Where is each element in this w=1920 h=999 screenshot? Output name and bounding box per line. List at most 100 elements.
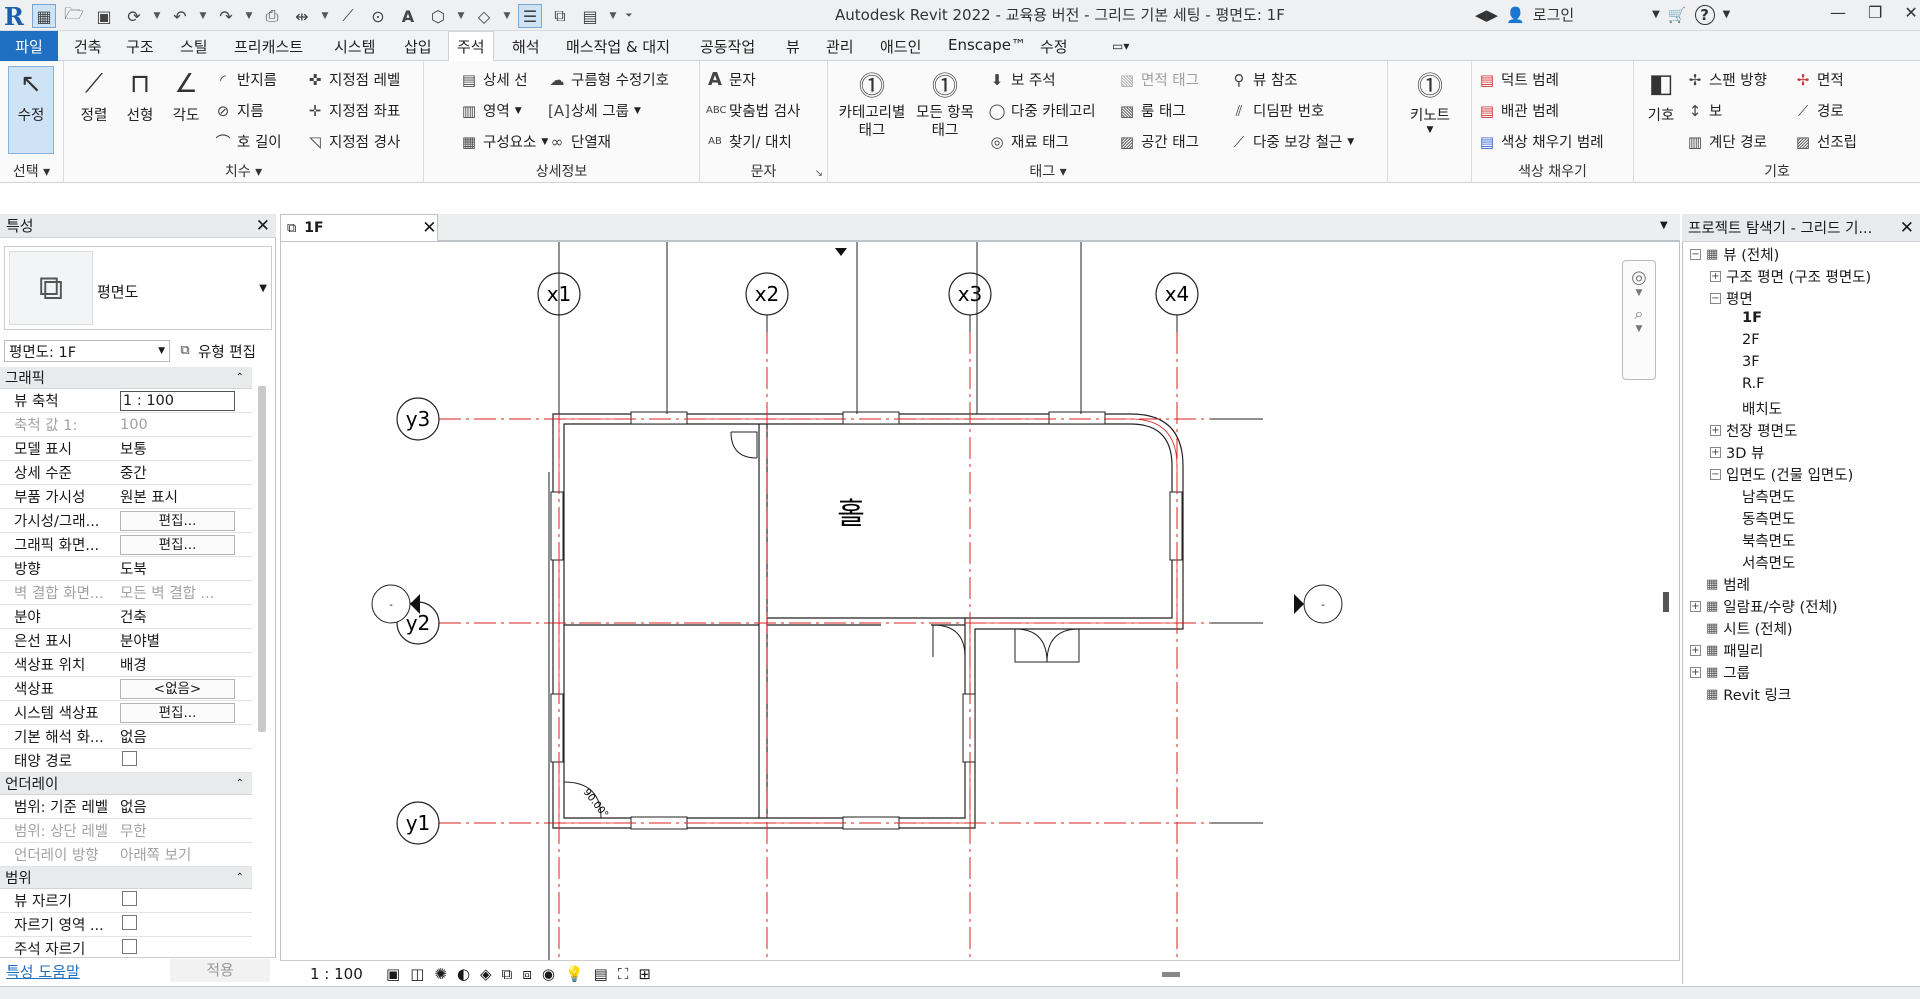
expand-icon[interactable]: + xyxy=(1710,447,1721,458)
aligned-dimension-button[interactable]: ⟋ 정렬 xyxy=(70,67,118,125)
property-checkbox[interactable] xyxy=(122,891,137,906)
radius-button[interactable]: ◜ 반지름 xyxy=(214,69,277,90)
temporary-properties-icon[interactable]: ▤ xyxy=(594,965,608,983)
redo-icon[interactable]: ↷ xyxy=(214,4,238,28)
browser-tree-item[interactable]: + ▦ 일람표/수량 (전체) xyxy=(1690,596,1838,617)
property-row[interactable]: 방향 도북 xyxy=(0,557,252,581)
property-section-header[interactable]: 언더레이 ⌃ xyxy=(0,773,252,795)
browser-tree-item[interactable]: + ▦ 그룹 xyxy=(1690,662,1750,683)
chevron-down-icon[interactable]: ▼ xyxy=(320,11,330,21)
property-value[interactable]: 무한 xyxy=(118,820,252,841)
view-reference-button[interactable]: ⚲ 뷰 참조 xyxy=(1230,69,1298,90)
tab-insert[interactable]: 삽입 xyxy=(400,36,436,57)
modify-mode-icon[interactable]: ▦ xyxy=(32,4,56,28)
switch-windows-icon[interactable]: ▤ xyxy=(578,4,602,28)
property-row[interactable]: 가시성/그래... 편집... xyxy=(0,509,252,533)
revision-cloud-button[interactable]: ☁ 구름형 수정기호 xyxy=(548,69,670,90)
tab-structure[interactable]: 구조 xyxy=(122,36,158,57)
property-value[interactable]: 모든 벽 결합 ... xyxy=(118,582,252,603)
properties-scrollbar[interactable] xyxy=(258,386,266,732)
property-value[interactable]: 아래쪽 보기 xyxy=(118,844,252,865)
chevron-down-icon[interactable]: ▼ xyxy=(152,11,162,21)
component-button[interactable]: ▦ 구성요소 ▼ xyxy=(460,131,548,152)
property-value[interactable]: 도북 xyxy=(118,558,252,579)
chevron-down-icon[interactable]: ▼ xyxy=(456,11,466,21)
browser-tree-item[interactable]: 북측면도 xyxy=(1742,530,1795,551)
property-section-header[interactable]: 그래픽 ⌃ xyxy=(0,367,252,389)
property-checkbox[interactable] xyxy=(122,751,137,766)
property-value[interactable]: 1 : 100 xyxy=(118,390,252,411)
property-value[interactable]: 편집... xyxy=(118,702,252,723)
save-icon[interactable]: ▣ xyxy=(92,4,116,28)
property-edit-button[interactable]: <없음> xyxy=(120,678,235,699)
linear-dimension-button[interactable]: ⊓ 선형 xyxy=(116,67,164,125)
user-icon[interactable]: 👤 xyxy=(1506,6,1525,24)
tab-steel[interactable]: 스틸 xyxy=(176,36,212,57)
view-scale-input[interactable]: 1 : 100 xyxy=(120,390,235,411)
property-edit-button[interactable]: 편집... xyxy=(120,510,235,531)
cart-icon[interactable]: 🛒 xyxy=(1668,6,1687,24)
tread-number-button[interactable]: ⫽ 디딤판 번호 xyxy=(1230,100,1325,121)
expand-icon[interactable]: + xyxy=(1690,667,1701,678)
rendering-icon[interactable]: ◈ xyxy=(480,965,492,983)
tab-file[interactable]: 파일 xyxy=(0,31,58,61)
measure-icon[interactable]: ⇹ xyxy=(290,4,314,28)
diameter-button[interactable]: ⊘ 지름 xyxy=(214,100,264,121)
symbol-button[interactable]: ◧ 기호 xyxy=(1638,67,1684,125)
3d-view-icon[interactable]: ⬡ xyxy=(426,4,450,28)
tag-all-button[interactable]: ⓵ 모든 항목 태그 xyxy=(912,67,978,140)
property-value[interactable]: <없음> xyxy=(118,678,252,699)
chevron-down-icon[interactable]: ▼ xyxy=(1652,9,1660,20)
property-edit-button[interactable]: 편집... xyxy=(120,534,235,555)
tag-by-category-button[interactable]: ⓵ 카테고리별 태그 xyxy=(832,67,912,140)
type-selector[interactable]: ⧉ 평면도 ▼ xyxy=(4,246,272,330)
grid-lines[interactable]: x1 x2 x3 x4y3y2y1 xyxy=(396,272,1263,960)
panel-launcher-icon[interactable]: ↘ xyxy=(815,168,823,179)
browser-tree-item[interactable]: + 천장 평면도 xyxy=(1710,420,1797,441)
view-selector[interactable]: 평면도: 1F ▼ xyxy=(4,340,170,362)
area-symbol-button[interactable]: ✢ 면적 xyxy=(1794,69,1844,90)
panel-toggle-icon[interactable]: ▭▾ xyxy=(1108,39,1133,53)
property-row[interactable]: 은선 표시 분야별 xyxy=(0,629,252,653)
panel-label-dimension[interactable]: 치수 ▾ xyxy=(64,161,423,181)
chevron-down-icon[interactable]: ▼ xyxy=(244,11,254,21)
visual-style-icon[interactable]: ◫ xyxy=(410,965,424,983)
browser-tree-item[interactable]: + ▦ 패밀리 xyxy=(1690,640,1763,661)
tab-annotate[interactable]: 주석 xyxy=(448,31,494,62)
spot-slope-button[interactable]: ◹ 지정점 경사 xyxy=(306,131,400,152)
edit-type-button[interactable]: ⧉ 유형 편집 xyxy=(176,341,256,362)
apply-button[interactable]: 적용 xyxy=(170,959,270,982)
property-row[interactable]: 범위: 기준 레벨 없음 xyxy=(0,795,252,819)
property-row[interactable]: 시스템 색상표 편집... xyxy=(0,701,252,725)
property-value[interactable]: 편집... xyxy=(118,534,252,555)
pipe-legend-button[interactable]: ▤ 배관 범례 xyxy=(1478,100,1559,121)
chevron-down-icon[interactable]: ▼ xyxy=(608,11,618,21)
chevron-down-icon[interactable]: ▼ xyxy=(502,11,512,21)
property-row[interactable]: 상세 수준 중간 xyxy=(0,461,252,485)
walls[interactable] xyxy=(552,413,1184,829)
property-value[interactable]: 편집... xyxy=(118,510,252,531)
property-row[interactable]: 그래픽 화면... 편집... xyxy=(0,533,252,557)
property-row[interactable]: 색상표 위치 배경 xyxy=(0,653,252,677)
temporary-hide-icon[interactable]: ◉ xyxy=(542,965,555,983)
room-tag-button[interactable]: ▧ 룸 태그 xyxy=(1118,100,1186,121)
property-value[interactable] xyxy=(118,891,252,910)
angular-dimension-button[interactable]: ∠ 각도 xyxy=(162,67,210,125)
beam-symbol-button[interactable]: ↕ 보 xyxy=(1686,100,1723,121)
property-checkbox[interactable] xyxy=(122,915,137,930)
thin-lines-icon[interactable]: ☰ xyxy=(518,4,542,28)
close-icon[interactable]: ✕ xyxy=(256,216,270,236)
multi-category-button[interactable]: ◯ 다중 카테고리 xyxy=(988,100,1096,121)
detail-line-button[interactable]: ▤ 상세 선 xyxy=(460,69,528,90)
browser-tree-item[interactable]: − 입면도 (건물 입면도) xyxy=(1710,464,1853,485)
property-value[interactable] xyxy=(118,939,252,958)
tab-analyze[interactable]: 해석 xyxy=(508,36,544,57)
collapse-icon[interactable]: − xyxy=(1710,469,1721,480)
browser-tree-item[interactable]: 배치도 xyxy=(1742,398,1782,419)
browser-tree-item[interactable]: 동측면도 xyxy=(1742,508,1795,529)
stair-path-button[interactable]: ▥ 계단 경로 xyxy=(1686,131,1767,152)
browser-tree-item[interactable]: 2F xyxy=(1742,332,1760,348)
detail-group-button[interactable]: [A] 상세 그룹 ▼ xyxy=(548,100,641,121)
tab-precast[interactable]: 프리캐스트 xyxy=(230,36,307,57)
close-icon[interactable]: ✕ xyxy=(1904,3,1917,22)
